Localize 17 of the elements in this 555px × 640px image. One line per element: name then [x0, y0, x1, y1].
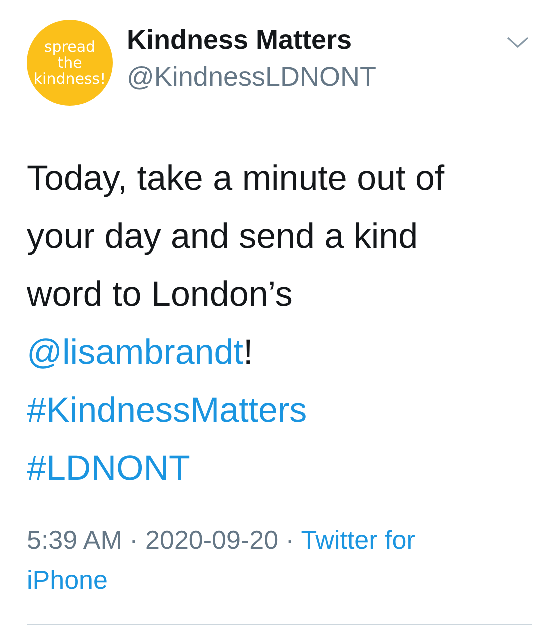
tweet-text: Today, take a minute out of [27, 159, 445, 198]
tweet-text: ! [243, 333, 254, 372]
tweet-text: word to London’s [27, 275, 293, 314]
avatar-logo[interactable]: spread the kindness! [27, 20, 113, 106]
source-link[interactable]: iPhone [27, 565, 108, 595]
mention-link[interactable]: @lisambrandt [27, 333, 244, 372]
chevron-down-icon[interactable] [507, 37, 529, 49]
separator-dot: · [286, 525, 294, 555]
separator-dot: · [130, 525, 138, 555]
tweet-text: your day and send a kind [27, 217, 418, 256]
author-name: Kindness Matters [127, 24, 354, 57]
tweet-date: 2020-09-20 [146, 525, 279, 555]
hashtag-link[interactable]: #LDNONT [27, 449, 190, 488]
source-link[interactable]: Twitter for [301, 525, 416, 555]
tweet-time: 5:39 AM [27, 525, 122, 555]
hashtag-link[interactable]: #KindnessMatters [27, 391, 308, 430]
author-handle: @KindnessLDNONT [127, 61, 378, 94]
